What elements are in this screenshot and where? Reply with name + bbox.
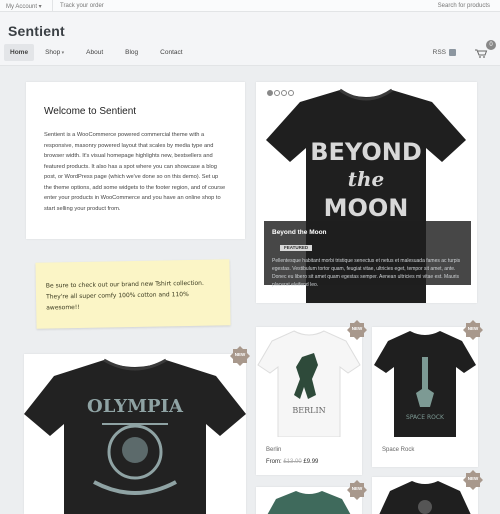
cart-icon[interactable] [474,49,488,60]
shirt-print-line-1: BEYOND [310,138,422,166]
top-bar: My Account ▾ Track your order Search for… [0,0,500,12]
space-rock-print-text: SPACE ROCK [406,414,445,421]
caption-title[interactable]: Beyond the Moon [272,229,463,236]
rss-link[interactable]: RSS [433,49,456,56]
new-badge: NEW [463,320,483,340]
olympia-print-title: OLYMPIA [87,396,184,417]
nav-item-home[interactable]: Home [4,44,35,61]
slider-caption[interactable]: Beyond the Moon FEATURED Pellentesque ha… [264,221,471,288]
old-price: £13.00 [283,459,302,465]
new-badge-label: NEW [351,326,363,331]
shirt-print-line-2: the [348,167,385,191]
new-badge-label: NEW [351,486,363,491]
berlin-print-text: BERLIN [292,406,325,415]
berlin-tshirt-image: BERLIN [257,330,361,438]
promo-sticky-note: Be sure to check out our brand new Tshir… [35,259,231,329]
new-badge-label: NEW [467,476,479,481]
welcome-card: Welcome to Sentient Sentient is a WooCom… [26,82,245,239]
product-card-olympia[interactable]: OLYMPIA [24,354,246,514]
caption-text: Pellentesque habitant morbi tristique se… [272,258,461,288]
welcome-title: Welcome to Sentient [44,106,137,117]
divider [52,0,53,12]
track-order-link[interactable]: Track your order [60,3,104,9]
search-input[interactable]: Search for products [438,3,490,9]
olympia-tshirt-image: OLYMPIA [24,358,246,514]
new-badge-label: NEW [467,326,479,331]
site-header: Sentient Home Shop About Blog Contact RS… [0,12,500,66]
new-badge: NEW [463,470,483,490]
nav-item-shop[interactable]: Shop [34,44,75,61]
featured-slider[interactable]: BEYOND the MOON Beyond the Moon FEATURED… [256,82,477,303]
nav-item-blog[interactable]: Blog [114,44,149,61]
rss-label: RSS [432,49,446,57]
product-name-space-rock[interactable]: Space Rock [382,447,414,453]
current-price: £9.99 [303,459,319,465]
new-badge-label: NEW [234,352,246,357]
welcome-text: Sentient is a WooCommerce powered commer… [44,132,226,212]
product-card-berlin[interactable]: BERLIN Berlin From: £13.00 £9.99 [256,327,362,475]
space-rock-tshirt-image: SPACE ROCK [374,331,476,437]
cart-count-badge: 0 [486,40,496,50]
my-account-link[interactable]: My Account ▾ [6,3,42,10]
new-badge: NEW [347,480,367,500]
product-price-berlin: From: £13.00 £9.99 [266,459,318,465]
site-logo[interactable]: Sentient [8,23,65,39]
rss-icon [449,49,456,56]
featured-tag: FEATURED [280,245,313,251]
nav-item-contact[interactable]: Contact [149,44,193,61]
nav-item-about[interactable]: About [75,44,114,61]
new-badge: NEW [230,346,250,366]
product-card-space-rock[interactable]: SPACE ROCK Space Rock [372,327,478,467]
main-nav: Home Shop About Blog Contact [4,44,194,61]
price-label: From: [266,459,282,465]
shirt-print-line-3: MOON [324,194,409,222]
product-name-berlin[interactable]: Berlin [266,447,281,453]
new-badge: NEW [347,320,367,340]
